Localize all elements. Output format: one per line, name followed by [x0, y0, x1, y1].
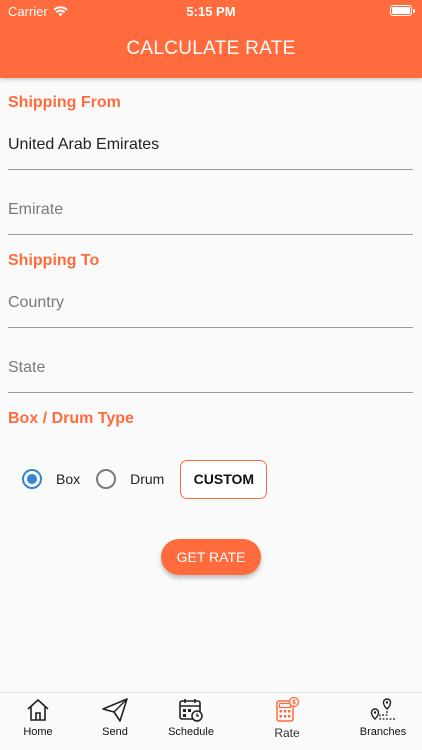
emirate-field[interactable] — [8, 195, 413, 235]
drum-radio-label[interactable]: Drum — [130, 471, 164, 487]
custom-button[interactable]: CUSTOM — [180, 459, 268, 499]
drum-radio[interactable] — [96, 469, 117, 489]
state-field[interactable] — [8, 353, 413, 393]
from-country-input[interactable] — [8, 130, 413, 154]
to-country-input[interactable] — [8, 288, 413, 312]
get-rate-button[interactable]: GET RATE — [161, 539, 261, 575]
state-input[interactable] — [8, 353, 413, 377]
battery-icon — [390, 5, 415, 16]
tab-rate[interactable]: Rate — [252, 697, 322, 740]
shipping-to-label: Shipping To — [8, 252, 100, 269]
map-pin-icon — [370, 698, 395, 720]
page-title: CALCULATE RATE — [126, 38, 296, 59]
tab-send[interactable]: Send — [80, 697, 150, 738]
status-bar: Carrier 5:15 PM — [0, 0, 422, 24]
from-country-field[interactable] — [8, 130, 413, 170]
tab-schedule-label: Schedule — [168, 726, 214, 738]
home-icon — [27, 699, 49, 721]
box-type-label: Box / Drum Type — [8, 410, 134, 427]
emirate-input[interactable] — [8, 195, 413, 219]
tab-schedule[interactable]: Schedule — [156, 697, 226, 738]
shipping-from-label: Shipping From — [8, 94, 121, 111]
clock: 5:15 PM — [186, 4, 236, 19]
tab-branches-label: Branches — [359, 726, 407, 738]
box-type-options: Box Drum CUSTOM — [22, 459, 268, 499]
box-radio-label[interactable]: Box — [56, 471, 80, 487]
tab-branches[interactable]: Branches — [348, 697, 418, 738]
tab-rate-label: Rate — [274, 726, 300, 740]
to-country-field[interactable] — [8, 288, 413, 328]
calendar-icon — [179, 699, 203, 722]
send-icon — [102, 698, 128, 722]
tab-send-label: Send — [102, 726, 128, 738]
tab-home[interactable]: Home — [3, 697, 73, 738]
calculator-icon — [276, 697, 300, 722]
bottom-tab-bar: Home Send Schedule Rate Branches — [0, 692, 422, 750]
app-header: Carrier 5:15 PM CALCULATE RATE — [0, 0, 422, 78]
tab-home-label: Home — [23, 726, 53, 738]
box-radio[interactable] — [22, 469, 42, 489]
